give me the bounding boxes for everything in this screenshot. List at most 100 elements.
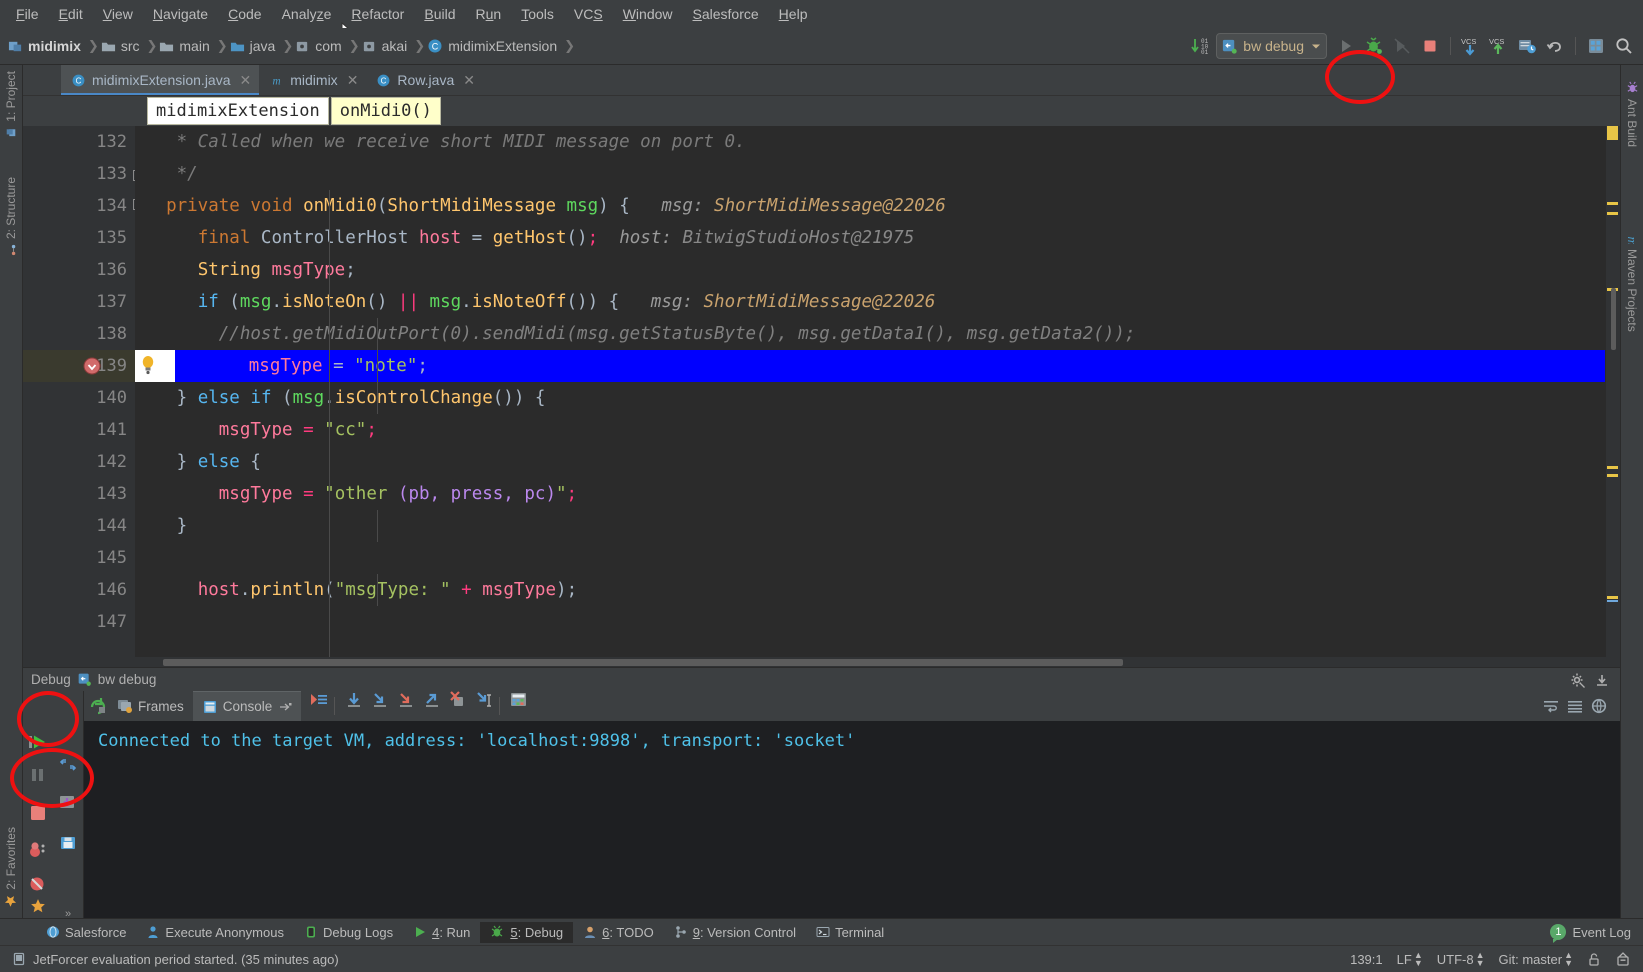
sidebar-item-project[interactable]: 1: Project — [1, 65, 21, 145]
mute-breakpoints-icon[interactable] — [27, 874, 49, 894]
breadcrumb-item-src[interactable]: src ❯ — [101, 38, 160, 54]
show-execution-point-icon[interactable] — [309, 691, 329, 721]
gutter-line-136[interactable]: 136 — [23, 254, 135, 286]
step-out-icon[interactable] — [422, 691, 442, 721]
menu-item-edit[interactable]: Edit — [49, 3, 93, 25]
close-icon[interactable]: ✕ — [347, 72, 359, 89]
evaluate-expression-icon[interactable] — [509, 691, 529, 721]
pause-program-icon[interactable] — [28, 766, 48, 784]
use-soft-wraps-icon[interactable] — [1542, 698, 1560, 714]
sidebar-item-ant-build[interactable]: Ant Build — [1622, 75, 1642, 153]
tool-window-run[interactable]: 4: Run — [403, 922, 480, 943]
marker-change[interactable] — [1607, 202, 1618, 205]
gutter-line-139[interactable]: 139 — [23, 350, 135, 382]
debug-tab-console[interactable]: Console — [192, 691, 302, 722]
sidebar-item-structure[interactable]: 2: Structure — [1, 171, 21, 262]
menu-item-window[interactable]: Window — [613, 3, 683, 25]
gutter-line-141[interactable]: 141 — [23, 414, 135, 446]
code-breadcrumb-class[interactable]: midimixExtension — [147, 97, 329, 125]
menu-item-help[interactable]: Help — [769, 3, 818, 25]
marker-warning[interactable] — [1607, 126, 1618, 140]
tool-window-execute-anonymous[interactable]: Execute Anonymous — [136, 922, 294, 943]
settings-icon[interactable] — [59, 757, 77, 773]
tool-window-debug[interactable]: 5: Debug — [480, 921, 574, 943]
tool-window-terminal[interactable]: Terminal — [806, 922, 894, 943]
menu-item-navigate[interactable]: Navigate — [143, 3, 218, 25]
marker-change[interactable] — [1607, 596, 1618, 599]
code-breadcrumb-method[interactable]: onMidi0() — [330, 97, 441, 125]
code-line-140[interactable]: } else if (msg.isControlChange()) { — [135, 382, 1605, 414]
step-into-icon[interactable] — [370, 691, 390, 721]
gutter-line-146[interactable]: 146 — [23, 574, 135, 606]
gutter-line-145[interactable]: 145 — [23, 542, 135, 574]
breadcrumb-item-midimixExtension[interactable]: C midimixExtension ❯ — [427, 38, 577, 54]
vcs-commit-button[interactable]: VCS — [1486, 33, 1512, 59]
code-line-135[interactable]: final ControllerHost host = getHost(); h… — [135, 222, 1605, 254]
breadcrumb-item-com[interactable]: com ❯ — [295, 38, 361, 54]
breadcrumb-item-main[interactable]: main ❯ — [159, 38, 229, 54]
breadcrumb-item-midimix[interactable]: midimix ❯ — [8, 38, 101, 54]
menu-item-salesforce[interactable]: Salesforce — [683, 3, 769, 25]
code-line-145[interactable] — [135, 542, 1605, 574]
code-line-137[interactable]: if (msg. isNoteOn() || msg. isNoteOff()) {… — [135, 286, 1605, 318]
editor-gutter[interactable]: 132 133 134 135 136 137 138 139 140 141 142 143 144 1… — [23, 126, 144, 657]
debug-button[interactable] — [1361, 33, 1387, 59]
drop-frame-icon[interactable] — [448, 691, 468, 721]
run-button[interactable] — [1333, 33, 1359, 59]
step-over-icon[interactable] — [344, 691, 364, 721]
editor-scrollbar-thumb[interactable] — [1611, 288, 1616, 350]
inspection-widget-icon[interactable] — [1615, 951, 1631, 967]
favorites-star-icon[interactable] — [30, 898, 46, 914]
intention-bulb-icon[interactable] — [135, 350, 175, 382]
marker-change[interactable] — [1607, 212, 1618, 215]
menu-item-tools[interactable]: Tools — [511, 3, 564, 25]
menu-item-code[interactable]: Code — [218, 3, 271, 25]
open-in-new-window-icon[interactable] — [279, 700, 292, 713]
caret-position-widget[interactable]: 139:1 — [1350, 952, 1383, 967]
menu-item-build[interactable]: Build — [414, 3, 465, 25]
menu-item-view[interactable]: View — [93, 3, 143, 25]
marker-change[interactable] — [1607, 466, 1618, 469]
stop-icon[interactable] — [27, 802, 49, 824]
close-icon[interactable]: ✕ — [240, 72, 252, 89]
editor-code-area[interactable]: * Called when we receive short MIDI mess… — [135, 126, 1605, 657]
gutter-line-144[interactable]: 144 — [23, 510, 135, 542]
settings-gear-icon[interactable] — [1570, 672, 1586, 688]
code-line-134[interactable]: private void onMidi0(ShortMidiMessage ms… — [135, 190, 1605, 222]
gutter-line-132[interactable]: 132 — [23, 126, 135, 158]
gutter-line-147[interactable]: 147 — [23, 606, 135, 638]
show-history-button[interactable] — [1514, 33, 1540, 59]
restore-layout-icon[interactable] — [58, 793, 78, 813]
menu-item-vcs[interactable]: VCS — [564, 3, 613, 25]
gutter-line-133[interactable]: 133 — [23, 158, 144, 190]
scroll-to-end-icon[interactable] — [1566, 698, 1584, 714]
gutter-line-143[interactable]: 143 — [23, 478, 135, 510]
debug-console-output[interactable]: Connected to the target VM, address: 'lo… — [84, 721, 1620, 918]
undo-button[interactable] — [1542, 33, 1568, 59]
code-line-141[interactable]: msgType = "cc"; — [135, 414, 1605, 446]
breakpoint-disabled-icon[interactable] — [83, 357, 101, 375]
gutter-line-137[interactable]: 137 — [23, 286, 135, 318]
debug-tab-frames[interactable]: Frames — [108, 691, 193, 721]
force-step-into-icon[interactable] — [396, 691, 416, 721]
run-to-cursor-icon[interactable] — [474, 691, 494, 721]
menu-item-run[interactable]: Run — [466, 3, 512, 25]
chevron-down-icon[interactable] — [1310, 40, 1322, 52]
editor-tab-midimix[interactable]: m midimix ✕ — [259, 65, 366, 95]
scrollbar-thumb[interactable] — [163, 659, 1123, 666]
menu-item-analyze[interactable]: Analyze — [272, 3, 342, 25]
close-icon[interactable]: ✕ — [463, 72, 475, 89]
editor-horizontal-scrollbar[interactable] — [23, 657, 1620, 667]
code-line-133[interactable]: */ — [135, 158, 1605, 190]
hide-panel-icon[interactable] — [1594, 672, 1610, 688]
line-separator-widget[interactable]: LF ▲ ▼ — [1397, 951, 1423, 968]
search-everywhere-button[interactable] — [1611, 33, 1637, 59]
code-line-132[interactable]: * Called when we receive short MIDI mess… — [135, 126, 1605, 158]
tool-window-todo[interactable]: 6: TODO — [573, 922, 664, 943]
gutter-line-140[interactable]: 140 — [23, 382, 135, 414]
run-configuration-selector[interactable]: bw debug — [1216, 33, 1327, 59]
sidebar-item-maven-projects[interactable]: m Maven Projects — [1622, 223, 1643, 338]
git-branch-widget[interactable]: Git: master ▲ ▼ — [1499, 951, 1574, 968]
project-structure-button[interactable] — [1583, 33, 1609, 59]
event-log-button[interactable]: 1 Event Log — [1550, 924, 1631, 943]
